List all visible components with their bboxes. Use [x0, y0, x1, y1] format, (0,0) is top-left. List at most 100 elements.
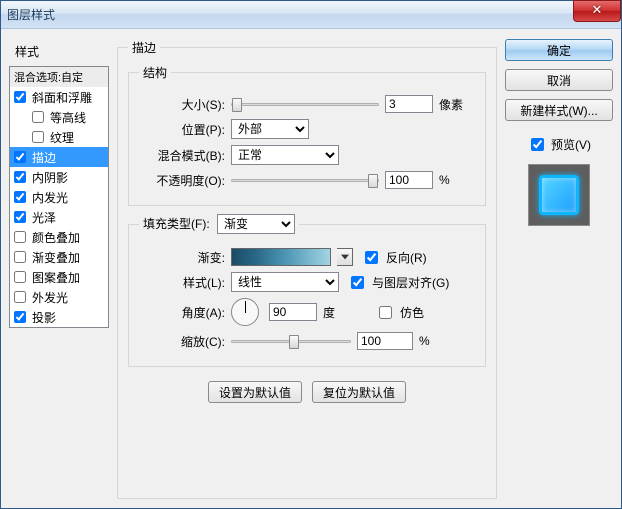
sidebar-item-label: 纹理 [50, 129, 74, 146]
main-panel: 描边 结构 大小(S): 像素 位置(P): [117, 39, 497, 498]
angle-row: 角度(A): 度 仿色 [139, 298, 475, 326]
stroke-legend: 描边 [128, 39, 160, 56]
size-unit: 像素 [439, 96, 475, 113]
sidebar-item-checkbox[interactable] [14, 311, 26, 323]
sidebar-header: 样式 [9, 39, 109, 64]
chevron-down-icon [341, 254, 349, 260]
dither-checkbox[interactable] [379, 306, 392, 319]
style-select[interactable]: 线性 [231, 272, 339, 292]
blendmode-row: 混合模式(B): 正常 [139, 145, 475, 165]
sidebar-item-label: 图案叠加 [32, 269, 80, 286]
sidebar-item[interactable]: 投影 [10, 307, 108, 327]
set-default-button[interactable]: 设置为默认值 [208, 381, 302, 403]
style-label: 样式(L): [139, 274, 225, 291]
titlebar[interactable]: 图层样式 ✕ [1, 1, 621, 29]
dither-label: 仿色 [400, 304, 424, 321]
sidebar-item-label: 描边 [32, 149, 56, 166]
sidebar-item-checkbox[interactable] [14, 251, 26, 263]
sidebar-item-checkbox[interactable] [14, 171, 26, 183]
opacity-row: 不透明度(O): % [139, 171, 475, 189]
angle-input[interactable] [269, 303, 317, 321]
scale-slider[interactable] [231, 332, 351, 350]
angle-dial[interactable] [231, 298, 259, 326]
sidebar-item[interactable]: 等高线 [10, 107, 108, 127]
styles-list: 混合选项:自定 斜面和浮雕等高线纹理描边内阴影内发光光泽颜色叠加渐变叠加图案叠加… [9, 66, 109, 328]
close-icon: ✕ [592, 2, 603, 17]
sidebar-item-checkbox[interactable] [14, 191, 26, 203]
sidebar-item[interactable]: 外发光 [10, 287, 108, 307]
default-buttons: 设置为默认值 复位为默认值 [128, 381, 486, 403]
opacity-slider[interactable] [231, 171, 379, 189]
right-column: 确定 取消 新建样式(W)... 预览(V) [505, 39, 613, 498]
opacity-input[interactable] [385, 171, 433, 189]
sidebar-item-label: 外发光 [32, 289, 68, 306]
sidebar-item-checkbox[interactable] [32, 111, 44, 123]
sidebar-item[interactable]: 图案叠加 [10, 267, 108, 287]
position-row: 位置(P): 外部 [139, 119, 475, 139]
scale-input[interactable] [357, 332, 413, 350]
sidebar-item[interactable]: 渐变叠加 [10, 247, 108, 267]
blendmode-select[interactable]: 正常 [231, 145, 339, 165]
sidebar-item-checkbox[interactable] [14, 231, 26, 243]
reset-default-button[interactable]: 复位为默认值 [312, 381, 406, 403]
angle-label: 角度(A): [139, 304, 225, 321]
sidebar-item-label: 颜色叠加 [32, 229, 80, 246]
sidebar-item-label: 斜面和浮雕 [32, 89, 92, 106]
reverse-checkbox[interactable] [365, 251, 378, 264]
blend-options-label: 混合选项:自定 [14, 69, 83, 85]
ok-button[interactable]: 确定 [505, 39, 613, 61]
sidebar-item[interactable]: 斜面和浮雕 [10, 87, 108, 107]
dialog-body: 样式 混合选项:自定 斜面和浮雕等高线纹理描边内阴影内发光光泽颜色叠加渐变叠加图… [1, 29, 621, 508]
scale-label: 缩放(C): [139, 333, 225, 350]
styles-sidebar: 样式 混合选项:自定 斜面和浮雕等高线纹理描边内阴影内发光光泽颜色叠加渐变叠加图… [9, 39, 109, 498]
gradient-swatch[interactable] [231, 248, 331, 266]
sidebar-item-label: 等高线 [50, 109, 86, 126]
preview-checkbox[interactable] [531, 138, 544, 151]
structure-group: 结构 大小(S): 像素 位置(P): 外部 [128, 64, 486, 206]
blendmode-label: 混合模式(B): [139, 147, 225, 164]
sidebar-item[interactable]: 光泽 [10, 207, 108, 227]
structure-legend: 结构 [139, 64, 171, 81]
sidebar-item[interactable]: 颜色叠加 [10, 227, 108, 247]
filltype-select[interactable]: 渐变 [217, 214, 295, 234]
sidebar-item-label: 渐变叠加 [32, 249, 80, 266]
size-row: 大小(S): 像素 [139, 95, 475, 113]
sidebar-item-checkbox[interactable] [14, 291, 26, 303]
sidebar-item[interactable]: 纹理 [10, 127, 108, 147]
style-row: 样式(L): 线性 与图层对齐(G) [139, 272, 475, 292]
gradient-row: 渐变: 反向(R) [139, 248, 475, 266]
gradient-dropdown[interactable] [337, 248, 353, 266]
preview-thumbnail [539, 175, 579, 215]
close-button[interactable]: ✕ [573, 0, 621, 22]
align-label: 与图层对齐(G) [372, 274, 449, 291]
sidebar-item-checkbox[interactable] [14, 211, 26, 223]
sidebar-item[interactable]: 描边 [10, 147, 108, 167]
opacity-unit: % [439, 173, 475, 187]
stroke-group: 描边 结构 大小(S): 像素 位置(P): [117, 39, 497, 499]
sidebar-item-label: 内阴影 [32, 169, 68, 186]
fill-legend: 填充类型(F): 渐变 [139, 214, 299, 234]
blend-options-row[interactable]: 混合选项:自定 [10, 67, 108, 87]
sidebar-item-checkbox[interactable] [14, 151, 26, 163]
sidebar-item[interactable]: 内发光 [10, 187, 108, 207]
reverse-label: 反向(R) [386, 249, 427, 266]
align-checkbox[interactable] [351, 276, 364, 289]
new-style-button[interactable]: 新建样式(W)... [505, 99, 613, 121]
cancel-button[interactable]: 取消 [505, 69, 613, 91]
position-label: 位置(P): [139, 121, 225, 138]
sidebar-item[interactable]: 内阴影 [10, 167, 108, 187]
sidebar-item-label: 投影 [32, 309, 56, 326]
layer-style-dialog: 图层样式 ✕ 样式 混合选项:自定 斜面和浮雕等高线纹理描边内阴影内发光光泽颜色… [0, 0, 622, 509]
position-select[interactable]: 外部 [231, 119, 309, 139]
gradient-label: 渐变: [139, 249, 225, 266]
window-title: 图层样式 [7, 6, 55, 23]
sidebar-item-checkbox[interactable] [14, 271, 26, 283]
size-slider[interactable] [231, 95, 379, 113]
opacity-label: 不透明度(O): [139, 172, 225, 189]
sidebar-item-checkbox[interactable] [14, 91, 26, 103]
size-label: 大小(S): [139, 96, 225, 113]
sidebar-item-checkbox[interactable] [32, 131, 44, 143]
size-input[interactable] [385, 95, 433, 113]
scale-unit: % [419, 334, 455, 348]
scale-row: 缩放(C): % [139, 332, 475, 350]
